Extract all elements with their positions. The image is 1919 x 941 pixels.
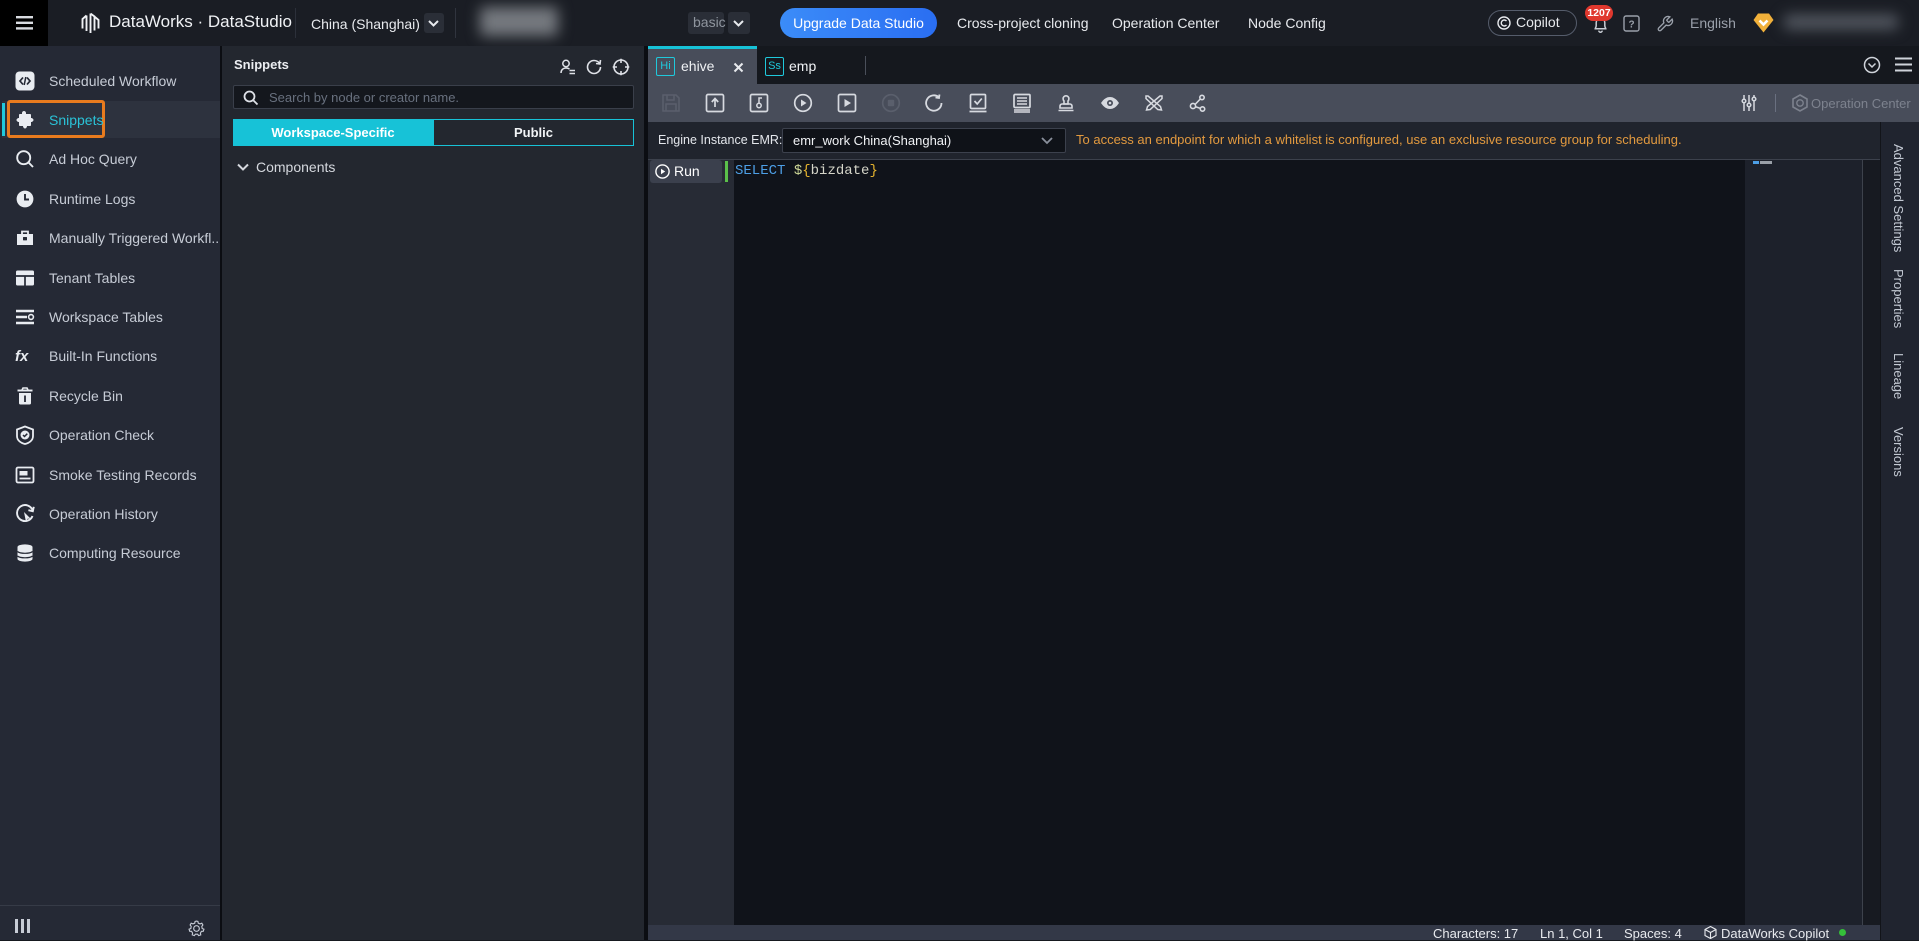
- svg-text:fx: fx: [15, 348, 29, 365]
- svg-text:?: ?: [1628, 20, 1634, 31]
